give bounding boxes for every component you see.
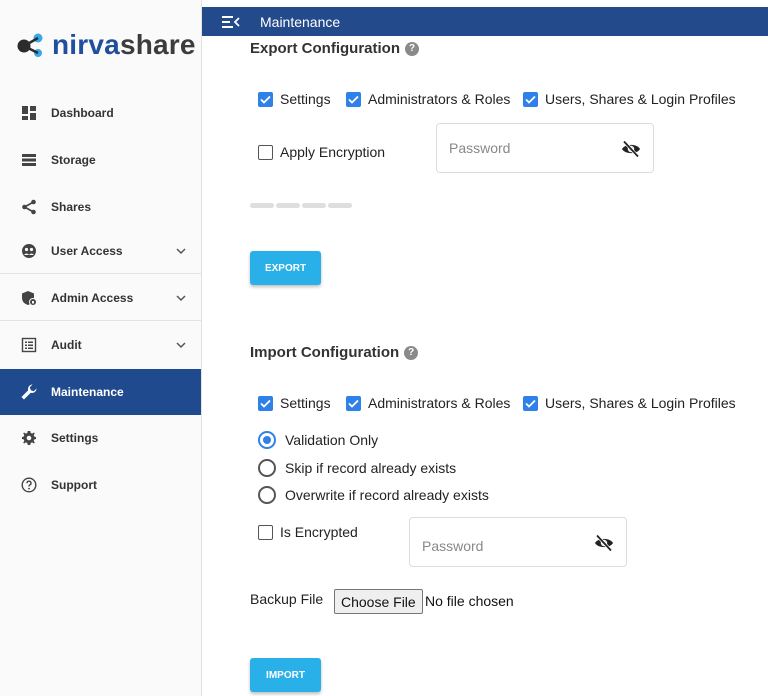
- sidebar-item-user-access[interactable]: User Access: [0, 228, 201, 274]
- checkbox-checked-icon: [258, 91, 273, 107]
- radio-selected-icon: [258, 431, 276, 449]
- chevron-down-icon: [176, 342, 186, 349]
- import-admins-roles-checkbox[interactable]: Administrators & Roles: [346, 395, 510, 411]
- menu-collapse-icon[interactable]: [222, 14, 240, 30]
- checkbox-checked-icon: [523, 91, 538, 107]
- help-icon[interactable]: ?: [405, 41, 419, 56]
- export-section-title: Export Configuration ?: [250, 40, 419, 57]
- radio-unselected-icon: [258, 459, 276, 477]
- help-icon[interactable]: ?: [404, 345, 419, 360]
- storage-icon: [18, 151, 40, 169]
- import-settings-checkbox[interactable]: Settings: [258, 395, 331, 411]
- user-access-icon: [18, 242, 40, 260]
- wrench-icon: [18, 383, 40, 401]
- file-status-text: No file chosen: [425, 593, 514, 609]
- chevron-down-icon: [176, 295, 186, 302]
- import-password-field[interactable]: [409, 517, 627, 567]
- import-section-title: Import Configuration ?: [250, 344, 419, 361]
- radio-overwrite-existing[interactable]: Overwrite if record already exists: [258, 486, 489, 504]
- sidebar-item-settings[interactable]: Settings: [0, 415, 201, 461]
- sidebar-item-label: Maintenance: [51, 385, 124, 399]
- sidebar: nirvashare Dashboard Storage Shares User…: [0, 0, 202, 696]
- export-users-shares-checkbox[interactable]: Users, Shares & Login Profiles: [523, 91, 736, 107]
- dashboard-icon: [18, 104, 40, 122]
- loading-placeholder: [250, 203, 352, 208]
- checkbox-checked-icon: [346, 91, 361, 107]
- sidebar-item-label: Shares: [51, 200, 92, 214]
- help-circle-icon: [18, 476, 40, 494]
- import-button[interactable]: IMPORT: [250, 658, 321, 692]
- page-title: Maintenance: [260, 13, 341, 30]
- checkbox-unchecked-icon: [258, 524, 273, 540]
- sidebar-item-storage[interactable]: Storage: [0, 137, 201, 183]
- admin-shield-icon: [18, 289, 40, 307]
- header-bar: Maintenance: [202, 7, 768, 36]
- share-icon: [18, 198, 40, 216]
- is-encrypted-checkbox[interactable]: Is Encrypted: [258, 524, 358, 540]
- choose-file-button[interactable]: Choose File: [334, 589, 423, 614]
- sidebar-item-admin-access[interactable]: Admin Access: [0, 275, 201, 321]
- export-admins-roles-checkbox[interactable]: Administrators & Roles: [346, 91, 510, 107]
- export-password-field[interactable]: [436, 123, 654, 173]
- import-password-input[interactable]: [420, 537, 570, 555]
- sidebar-item-label: Audit: [51, 338, 82, 352]
- sidebar-item-support[interactable]: Support: [0, 462, 201, 508]
- checkbox-checked-icon: [523, 395, 538, 411]
- radio-unselected-icon: [258, 486, 276, 504]
- backup-file-label: Backup File: [250, 591, 324, 607]
- chevron-down-icon: [176, 248, 186, 255]
- visibility-off-icon[interactable]: [621, 140, 641, 158]
- checkbox-checked-icon: [346, 395, 361, 411]
- export-settings-checkbox[interactable]: Settings: [258, 91, 331, 107]
- sidebar-item-label: Storage: [51, 153, 96, 167]
- radio-skip-existing[interactable]: Skip if record already exists: [258, 459, 456, 477]
- brand-name: nirvashare: [52, 29, 196, 60]
- sidebar-item-dashboard[interactable]: Dashboard: [0, 90, 201, 136]
- import-users-shares-checkbox[interactable]: Users, Shares & Login Profiles: [523, 395, 736, 411]
- brand-logo: nirvashare: [16, 28, 196, 62]
- apply-encryption-checkbox[interactable]: Apply Encryption: [258, 144, 385, 160]
- checkbox-unchecked-icon: [258, 144, 273, 160]
- sidebar-item-audit[interactable]: Audit: [0, 322, 201, 368]
- checkbox-checked-icon: [258, 395, 273, 411]
- sidebar-item-maintenance[interactable]: Maintenance: [0, 369, 201, 415]
- sidebar-item-label: Settings: [51, 431, 99, 445]
- nirvashare-logo-icon: [17, 33, 43, 57]
- sidebar-item-label: User Access: [51, 243, 123, 258]
- radio-validation-only[interactable]: Validation Only: [258, 431, 378, 449]
- export-button[interactable]: EXPORT: [250, 251, 321, 285]
- sidebar-item-label: Admin Access: [51, 290, 134, 305]
- sidebar-item-shares[interactable]: Shares: [0, 184, 201, 230]
- sidebar-item-label: Dashboard: [51, 106, 114, 120]
- visibility-off-icon[interactable]: [594, 534, 614, 552]
- sidebar-item-label: Support: [51, 478, 97, 492]
- export-password-input[interactable]: [447, 139, 597, 157]
- audit-icon: [18, 336, 40, 354]
- gear-icon: [18, 429, 40, 447]
